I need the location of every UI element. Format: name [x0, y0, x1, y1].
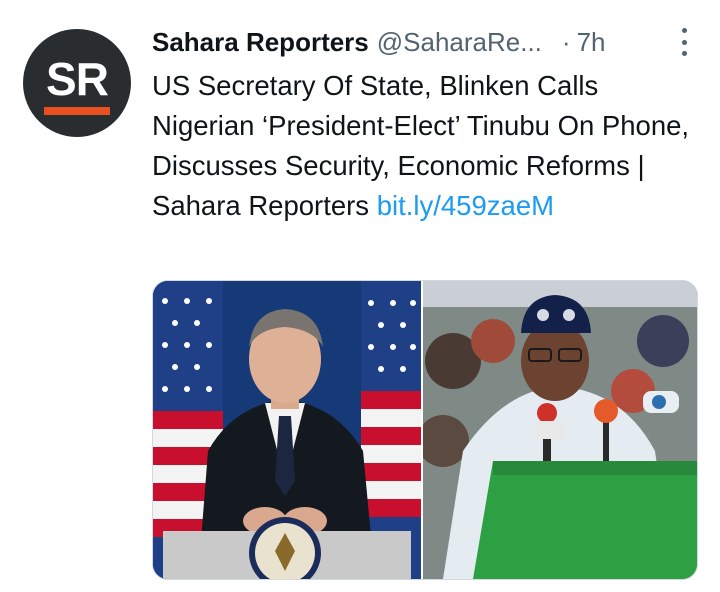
tinubu-photo[interactable] [423, 281, 697, 579]
author-name[interactable]: Sahara Reporters [152, 27, 369, 58]
separator-dot: · [561, 26, 571, 57]
tweet-link[interactable]: bit.ly/459zaeM [377, 190, 554, 221]
tweet-timestamp[interactable]: 7h [577, 27, 606, 58]
avatar[interactable]: SR [23, 29, 131, 137]
tweet-text: US Secretary Of State, Blinken Calls Nig… [152, 66, 707, 226]
blinken-photo[interactable] [153, 281, 421, 579]
tweet-media[interactable] [152, 280, 698, 580]
author-handle[interactable]: @SaharaRe... [377, 27, 542, 58]
more-options-icon[interactable] [676, 28, 692, 56]
blinken-photo-image [153, 281, 421, 579]
avatar-logo-bar [44, 106, 110, 115]
tweet-header: Sahara Reporters @SaharaRe... · 7h [152, 24, 692, 60]
tweet-card[interactable]: SR Sahara Reporters @SaharaRe... · 7h US… [0, 0, 720, 592]
avatar-logo-text: SR [46, 52, 109, 105]
tinubu-photo-image [423, 281, 697, 579]
